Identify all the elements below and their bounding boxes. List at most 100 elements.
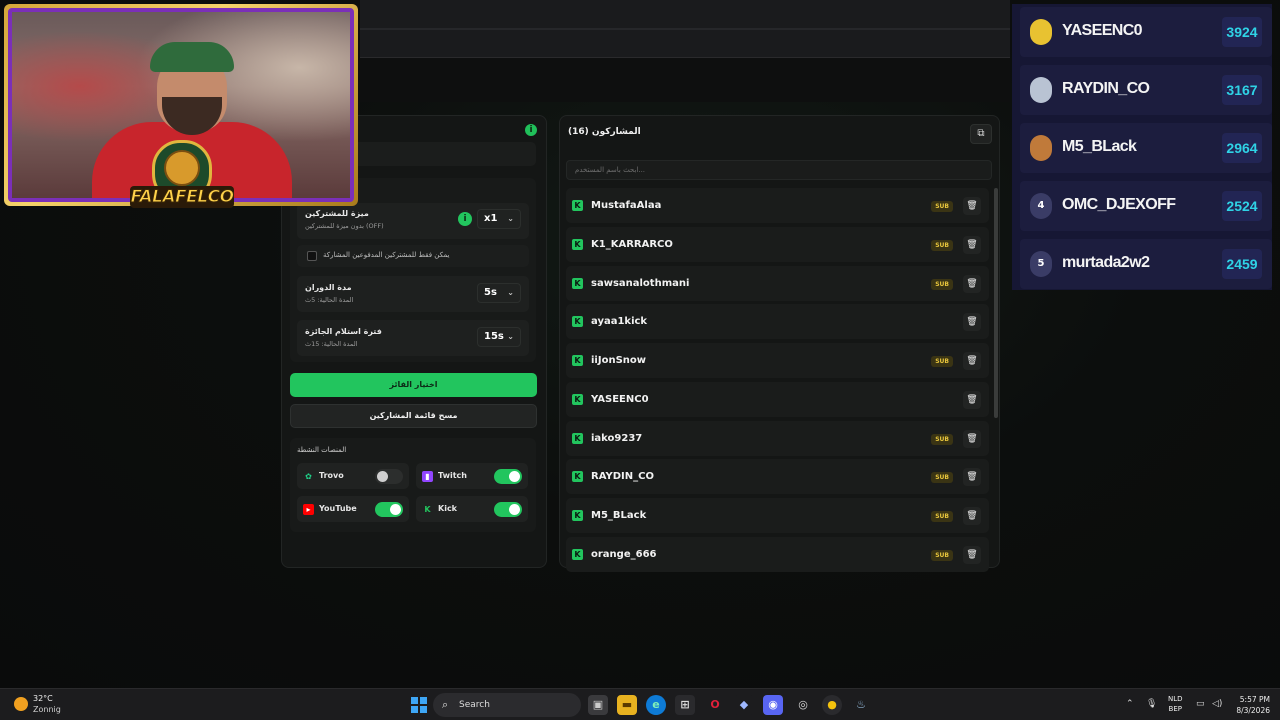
spin-duration-title: مدة الدوران bbox=[305, 283, 352, 292]
trash-icon[interactable]: 🗑 bbox=[963, 274, 981, 293]
youtube-toggle[interactable] bbox=[375, 502, 403, 517]
platform-trovo: ✿ Trovo bbox=[297, 463, 409, 489]
list-item: K K1_KARRARCO SUB 🗑 bbox=[566, 226, 989, 262]
leaderboard-row: YASEENC0 3924 bbox=[1020, 7, 1272, 57]
list-item: Ksawsanalothmani SUB 🗑 bbox=[566, 265, 989, 301]
task-view-icon[interactable]: ▣ bbox=[588, 695, 608, 715]
sub-badge: SUB bbox=[931, 239, 953, 251]
participant-name: YASEENC0 bbox=[591, 393, 649, 405]
paid-only-row[interactable]: يمكن فقط للمشتركين المدفوعين المشاركة bbox=[297, 245, 529, 267]
rank-badge: 4 bbox=[1030, 193, 1052, 219]
sub-badge: SUB bbox=[931, 472, 953, 484]
trash-icon[interactable]: 🗑 bbox=[963, 468, 981, 487]
taskbar-search[interactable]: ⌕ Search bbox=[433, 693, 581, 717]
file-explorer-icon[interactable]: ▬ bbox=[617, 695, 637, 715]
silver-medal-icon bbox=[1030, 77, 1052, 103]
info-icon[interactable]: i bbox=[458, 212, 472, 226]
network-icon[interactable]: ▭ bbox=[1196, 699, 1205, 709]
participant-name: MustafaAlaa bbox=[591, 200, 662, 211]
start-icon[interactable] bbox=[411, 697, 427, 713]
sub-badge: SUB bbox=[931, 433, 953, 445]
leaderboard-name: M5_BLack bbox=[1062, 138, 1137, 155]
platform-label: Twitch bbox=[438, 471, 467, 480]
claim-period-title: فترة استلام الجائزة bbox=[305, 327, 382, 336]
claim-period-select[interactable]: 15s ⌄ bbox=[477, 327, 521, 347]
spin-duration-subtitle: المدة الحالية: 5ث bbox=[305, 296, 354, 304]
opera-icon[interactable]: O bbox=[705, 695, 725, 715]
list-item: K M5_BLack SUB 🗑 bbox=[566, 498, 989, 533]
sub-badge: SUB bbox=[931, 549, 953, 561]
participant-name: iako9237 bbox=[591, 432, 643, 444]
participant-search-input[interactable]: ابحث باسم المستخدم... bbox=[566, 160, 992, 180]
clock-time: 5:57 PM bbox=[1239, 695, 1270, 704]
spin-duration-row: مدة الدوران المدة الحالية: 5ث 5s ⌄ bbox=[297, 276, 529, 312]
volume-icon[interactable]: ◁) bbox=[1212, 699, 1222, 709]
trash-icon[interactable]: 🗑 bbox=[963, 313, 981, 332]
list-item: K MustafaAlaa SUB 🗑 bbox=[566, 188, 989, 223]
steam-icon[interactable]: ♨ bbox=[851, 695, 871, 715]
twitch-icon: ▮ bbox=[422, 471, 433, 482]
gold-medal-icon bbox=[1030, 19, 1052, 45]
microphone-icon[interactable]: 🎙 bbox=[1146, 699, 1157, 709]
weather-temp[interactable]: 32°C bbox=[33, 694, 53, 703]
kick-icon: K bbox=[572, 471, 583, 483]
taskbar: 32°C Zonnig ⌕ Search ▣ ▬ e ⊞ O ◆ ◉ ◎ ● ♨… bbox=[0, 688, 1280, 720]
subscriber-bonus-select[interactable]: x1 ⌄ bbox=[477, 209, 521, 229]
platform-label: Kick bbox=[438, 504, 458, 513]
kick-icon: K bbox=[424, 505, 431, 514]
trash-icon[interactable]: 🗑 bbox=[963, 429, 981, 448]
trovo-icon: ✿ bbox=[305, 472, 312, 481]
list-item: K YASEENC0 🗑 bbox=[566, 381, 989, 417]
leaderboard-row: 5 murtada2w2 2459 bbox=[1020, 239, 1272, 289]
leaderboard-row: M5_BLack 2964 bbox=[1020, 123, 1272, 173]
sub-badge: SUB bbox=[931, 356, 953, 367]
paid-only-checkbox[interactable] bbox=[307, 251, 317, 261]
trash-icon[interactable]: 🗑 bbox=[963, 352, 981, 370]
language-indicator[interactable]: NLD BEP bbox=[1168, 694, 1183, 714]
trash-icon[interactable]: 🗑 bbox=[963, 197, 981, 215]
language-line2: BEP bbox=[1168, 705, 1182, 713]
subscriber-bonus-row: ميزة للمشتركين بدون ميزة للمشتركين (OFF)… bbox=[297, 203, 529, 239]
trash-icon[interactable]: 🗑 bbox=[963, 545, 981, 564]
kick-icon: K bbox=[572, 432, 583, 444]
subscriber-bonus-subtitle: بدون ميزة للمشتركين (OFF) bbox=[305, 222, 384, 230]
trash-icon[interactable]: 🗑 bbox=[963, 390, 981, 409]
clear-participants-button[interactable]: مسح قائمة المشاركين bbox=[290, 404, 537, 428]
twitch-toggle[interactable] bbox=[494, 469, 522, 484]
store-icon[interactable]: ⊞ bbox=[675, 695, 695, 715]
leaderboard-name: murtada2w2 bbox=[1062, 254, 1150, 271]
kick-icon: K bbox=[572, 393, 583, 405]
participant-list-scrollbar[interactable] bbox=[994, 188, 998, 418]
info-icon[interactable]: i bbox=[525, 124, 537, 136]
chevron-up-icon[interactable]: ⌃ bbox=[1126, 699, 1134, 709]
channel-logo: FALAFELCO bbox=[130, 140, 235, 228]
kick-icon: K bbox=[572, 510, 583, 521]
participant-name: M5_BLack bbox=[591, 510, 647, 521]
claim-period-subtitle: المدة الحالية: 15ث bbox=[305, 340, 358, 348]
sun-icon[interactable] bbox=[14, 697, 28, 711]
kick-icon: K bbox=[572, 238, 583, 250]
weather-desc[interactable]: Zonnig bbox=[33, 705, 61, 714]
platform-label: Trovo bbox=[319, 471, 344, 480]
chrome-icon[interactable]: ● bbox=[822, 695, 842, 715]
trovo-toggle[interactable] bbox=[375, 469, 403, 484]
trash-icon[interactable]: 🗑 bbox=[963, 507, 981, 525]
obs-icon[interactable]: ◎ bbox=[793, 695, 813, 715]
app-icon[interactable]: ◆ bbox=[734, 695, 754, 715]
trash-icon[interactable]: 🗑 bbox=[963, 235, 981, 254]
youtube-icon: ▸ bbox=[303, 504, 314, 515]
edge-icon[interactable]: e bbox=[646, 695, 666, 715]
leaderboard-name: YASEENC0 bbox=[1062, 22, 1143, 39]
discord-icon[interactable]: ◉ bbox=[763, 695, 783, 715]
language-line1: NLD bbox=[1168, 695, 1183, 703]
paid-only-label: يمكن فقط للمشتركين المدفوعين المشاركة bbox=[323, 251, 450, 259]
clock-date: 8/3/2026 bbox=[1236, 706, 1270, 715]
pick-winner-button[interactable]: اختيار الفائز bbox=[290, 373, 537, 397]
kick-toggle[interactable] bbox=[494, 502, 522, 517]
spin-duration-select[interactable]: 5s ⌄ bbox=[477, 283, 521, 303]
clock[interactable]: 5:57 PM 8/3/2026 bbox=[1230, 694, 1270, 716]
copy-icon[interactable]: ⧉ bbox=[970, 124, 992, 144]
rank-badge: 5 bbox=[1030, 251, 1052, 277]
sub-badge: SUB bbox=[931, 278, 953, 290]
participant-name: sawsanalothmani bbox=[591, 277, 690, 289]
